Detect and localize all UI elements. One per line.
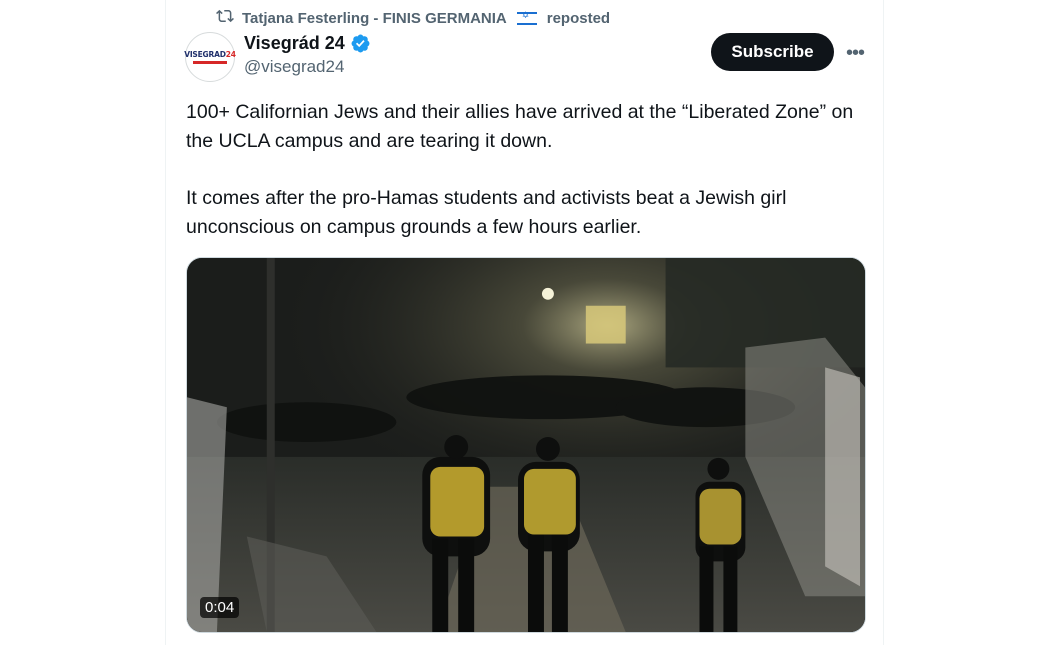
subscribe-button[interactable]: Subscribe bbox=[711, 33, 834, 71]
more-options-icon[interactable]: ••• bbox=[840, 38, 870, 68]
avatar[interactable]: VISEGRAD24 bbox=[184, 32, 236, 82]
tweet-paragraph-2: It comes after the pro-Hamas students an… bbox=[186, 187, 787, 238]
avatar-logo-text: VISEGRAD24 bbox=[184, 50, 236, 59]
author-handle[interactable]: @visegrad24 bbox=[244, 57, 371, 77]
tweet-paragraph-1: 100+ Californian Jews and their allies h… bbox=[186, 101, 854, 152]
video-player[interactable]: 0:04 bbox=[186, 257, 866, 633]
repost-icon bbox=[216, 7, 234, 29]
tweet-card: Tatjana Festerling - FINIS GERMANIA repo… bbox=[165, 0, 884, 645]
israel-flag-icon bbox=[516, 11, 537, 25]
video-duration: 0:04 bbox=[200, 597, 240, 618]
repost-label: reposted bbox=[546, 9, 611, 27]
repost-header[interactable]: Tatjana Festerling - FINIS GERMANIA repo… bbox=[216, 8, 610, 28]
video-frame bbox=[187, 258, 865, 632]
avatar-logo-bar bbox=[193, 61, 227, 64]
author-block: Visegrád 24 @visegrad24 bbox=[244, 33, 371, 77]
tweet-text: 100+ Californian Jews and their allies h… bbox=[186, 98, 866, 270]
verified-badge-icon[interactable] bbox=[350, 33, 371, 54]
author-name[interactable]: Visegrád 24 bbox=[244, 33, 345, 54]
reposter-name[interactable]: Tatjana Festerling - FINIS GERMANIA bbox=[242, 10, 507, 27]
